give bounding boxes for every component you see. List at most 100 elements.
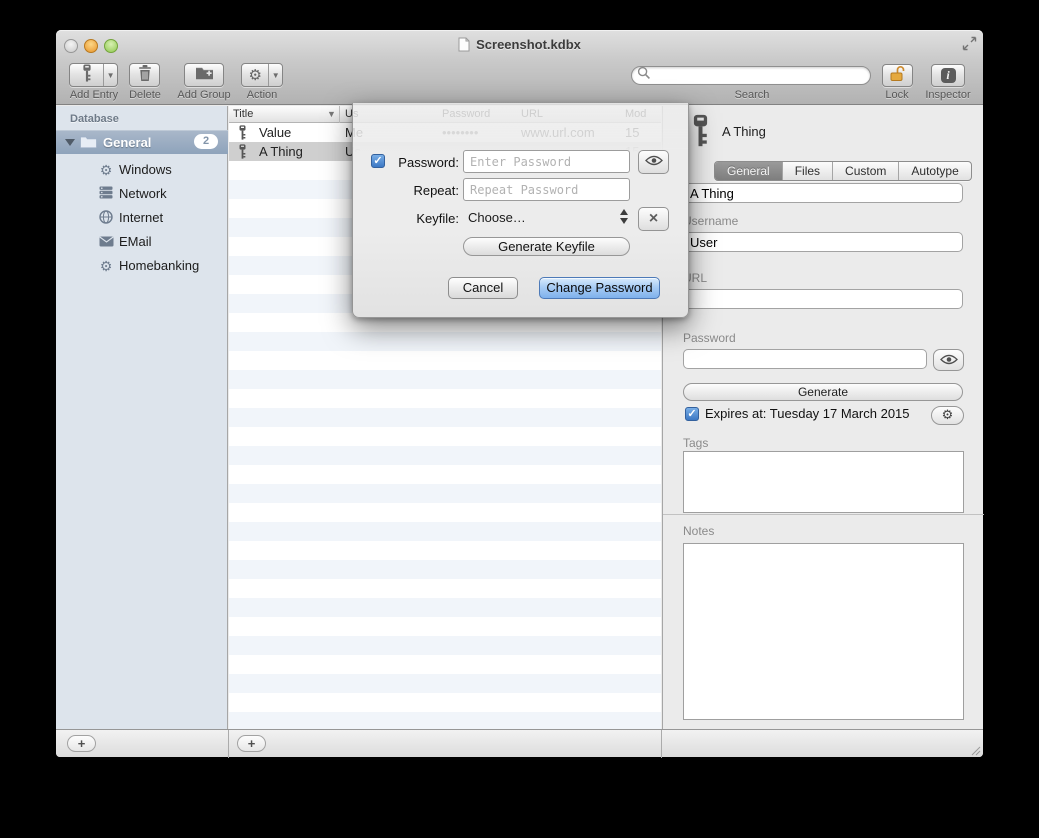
window-header: Screenshot.kdbx ▼ ⚙ ▼ Add Entry Delete A… xyxy=(56,30,983,105)
inspector-tabs: General Files Custom Autotype xyxy=(714,161,972,181)
show-password-button[interactable] xyxy=(638,150,669,174)
inspector-button[interactable]: i xyxy=(931,64,965,87)
server-icon xyxy=(98,186,114,202)
gear-icon: ⚙ xyxy=(942,409,954,422)
tags-field[interactable] xyxy=(683,451,964,513)
sidebar-item-windows[interactable]: ⚙ Windows xyxy=(56,158,228,182)
window-title: Screenshot.kdbx xyxy=(476,37,581,52)
keyfile-popup[interactable]: Choose… xyxy=(468,210,526,225)
inspector-entry-title: A Thing xyxy=(722,124,766,139)
dialog-password-input[interactable] xyxy=(463,150,630,173)
expires-options-button[interactable]: ⚙ xyxy=(931,406,964,425)
folder-add-icon xyxy=(195,65,214,85)
inspector-label: Inspector xyxy=(918,89,978,101)
delete-label: Delete xyxy=(126,89,164,101)
delete-button[interactable] xyxy=(129,63,160,87)
action-label: Action xyxy=(242,89,282,101)
url-field[interactable] xyxy=(683,289,963,309)
notes-field[interactable] xyxy=(683,543,964,720)
column-divider[interactable] xyxy=(339,106,340,123)
sidebar-item-label: Windows xyxy=(119,162,172,177)
sidebar-item-label: Internet xyxy=(119,210,163,225)
unlock-icon xyxy=(889,65,906,87)
show-password-button[interactable] xyxy=(933,349,964,371)
section-divider xyxy=(663,514,984,515)
chevron-down-icon[interactable]: ▼ xyxy=(268,64,282,86)
eye-icon xyxy=(940,353,958,368)
dialog-repeat-label: Repeat: xyxy=(362,183,459,198)
add-entry-footer-button[interactable]: + xyxy=(237,735,266,752)
tab-general[interactable]: General xyxy=(715,162,782,180)
sort-descending-icon[interactable]: ▼ xyxy=(327,109,336,119)
change-password-button[interactable]: Change Password xyxy=(539,277,660,299)
group-label: General xyxy=(103,135,151,150)
globe-icon xyxy=(98,210,114,226)
tab-custom[interactable]: Custom xyxy=(832,162,898,180)
tab-files[interactable]: Files xyxy=(782,162,832,180)
key-icon xyxy=(238,125,247,143)
sidebar-item-label: Homebanking xyxy=(119,258,199,273)
password-label: Password xyxy=(683,331,736,345)
search-field[interactable] xyxy=(631,66,871,85)
titlebar: Screenshot.kdbx xyxy=(56,37,983,55)
sidebar-section-header: Database xyxy=(70,113,119,125)
search-label: Search xyxy=(724,89,780,101)
add-entry-label: Add Entry xyxy=(62,89,126,101)
search-input[interactable] xyxy=(651,68,851,83)
generate-keyfile-button[interactable]: Generate Keyfile xyxy=(463,237,630,256)
clear-keyfile-button[interactable]: × xyxy=(638,207,669,231)
sidebar-item-email[interactable]: EMail xyxy=(56,230,228,254)
gear-icon: ⚙ xyxy=(98,258,114,274)
title-field[interactable] xyxy=(683,183,963,203)
cell-title: A Thing xyxy=(259,144,303,159)
disclosure-triangle-icon[interactable] xyxy=(65,139,75,146)
close-icon: × xyxy=(649,211,658,227)
expires-checkbox[interactable]: ✓ xyxy=(685,407,699,421)
folder-icon xyxy=(80,135,97,153)
add-group-label: Add Group xyxy=(172,89,236,101)
cell-title: Value xyxy=(259,125,291,140)
lock-button[interactable] xyxy=(882,64,913,87)
group-sidebar: Database General 2 ⚙ Windows Network Int… xyxy=(56,106,228,729)
notes-label: Notes xyxy=(683,524,714,538)
add-group-button[interactable] xyxy=(184,63,224,87)
popup-stepper-icon[interactable] xyxy=(620,209,629,227)
search-icon xyxy=(637,66,651,85)
sidebar-item-homebanking[interactable]: ⚙ Homebanking xyxy=(56,254,228,278)
username-label: Username xyxy=(683,214,738,228)
sidebar-group-general[interactable]: General 2 xyxy=(56,130,228,154)
sidebar-item-internet[interactable]: Internet xyxy=(56,206,228,230)
add-group-footer-button[interactable]: + xyxy=(67,735,96,752)
chevron-down-icon[interactable]: ▼ xyxy=(103,64,117,86)
add-entry-button[interactable]: ▼ xyxy=(69,63,118,87)
dialog-repeat-input[interactable] xyxy=(463,178,630,201)
resize-grip[interactable] xyxy=(969,743,981,755)
envelope-icon xyxy=(98,234,114,250)
generate-password-button[interactable]: Generate xyxy=(683,383,963,401)
password-field[interactable] xyxy=(683,349,927,369)
cancel-button[interactable]: Cancel xyxy=(448,277,518,299)
footer-divider xyxy=(228,730,229,758)
inspector-panel: A Thing General Files Custom Autotype Us… xyxy=(662,106,983,729)
expires-label: Expires at: Tuesday 17 March 2015 xyxy=(705,406,910,421)
action-button[interactable]: ⚙ ▼ xyxy=(241,63,283,87)
column-title[interactable]: Title xyxy=(233,108,253,120)
expires-row: ✓ Expires at: Tuesday 17 March 2015 xyxy=(685,406,910,421)
fullscreen-icon[interactable] xyxy=(962,36,977,51)
entry-count-badge: 2 xyxy=(194,134,218,149)
footer-divider xyxy=(661,730,662,758)
dialog-password-label: Password: xyxy=(362,155,459,170)
dialog-keyfile-label: Keyfile: xyxy=(362,211,459,226)
info-icon: i xyxy=(941,68,956,83)
sidebar-item-network[interactable]: Network xyxy=(56,182,228,206)
tab-autotype[interactable]: Autotype xyxy=(898,162,970,180)
key-icon xyxy=(692,114,709,150)
trash-icon xyxy=(138,65,152,86)
username-field[interactable] xyxy=(683,232,963,252)
window-footer: + + xyxy=(56,729,983,757)
key-icon xyxy=(238,144,247,162)
tags-label: Tags xyxy=(683,436,708,450)
eye-icon xyxy=(645,153,663,171)
sidebar-item-label: Network xyxy=(119,186,167,201)
change-password-dialog: ✓ Password: Repeat: Keyfile: Choose… × G… xyxy=(352,103,689,318)
